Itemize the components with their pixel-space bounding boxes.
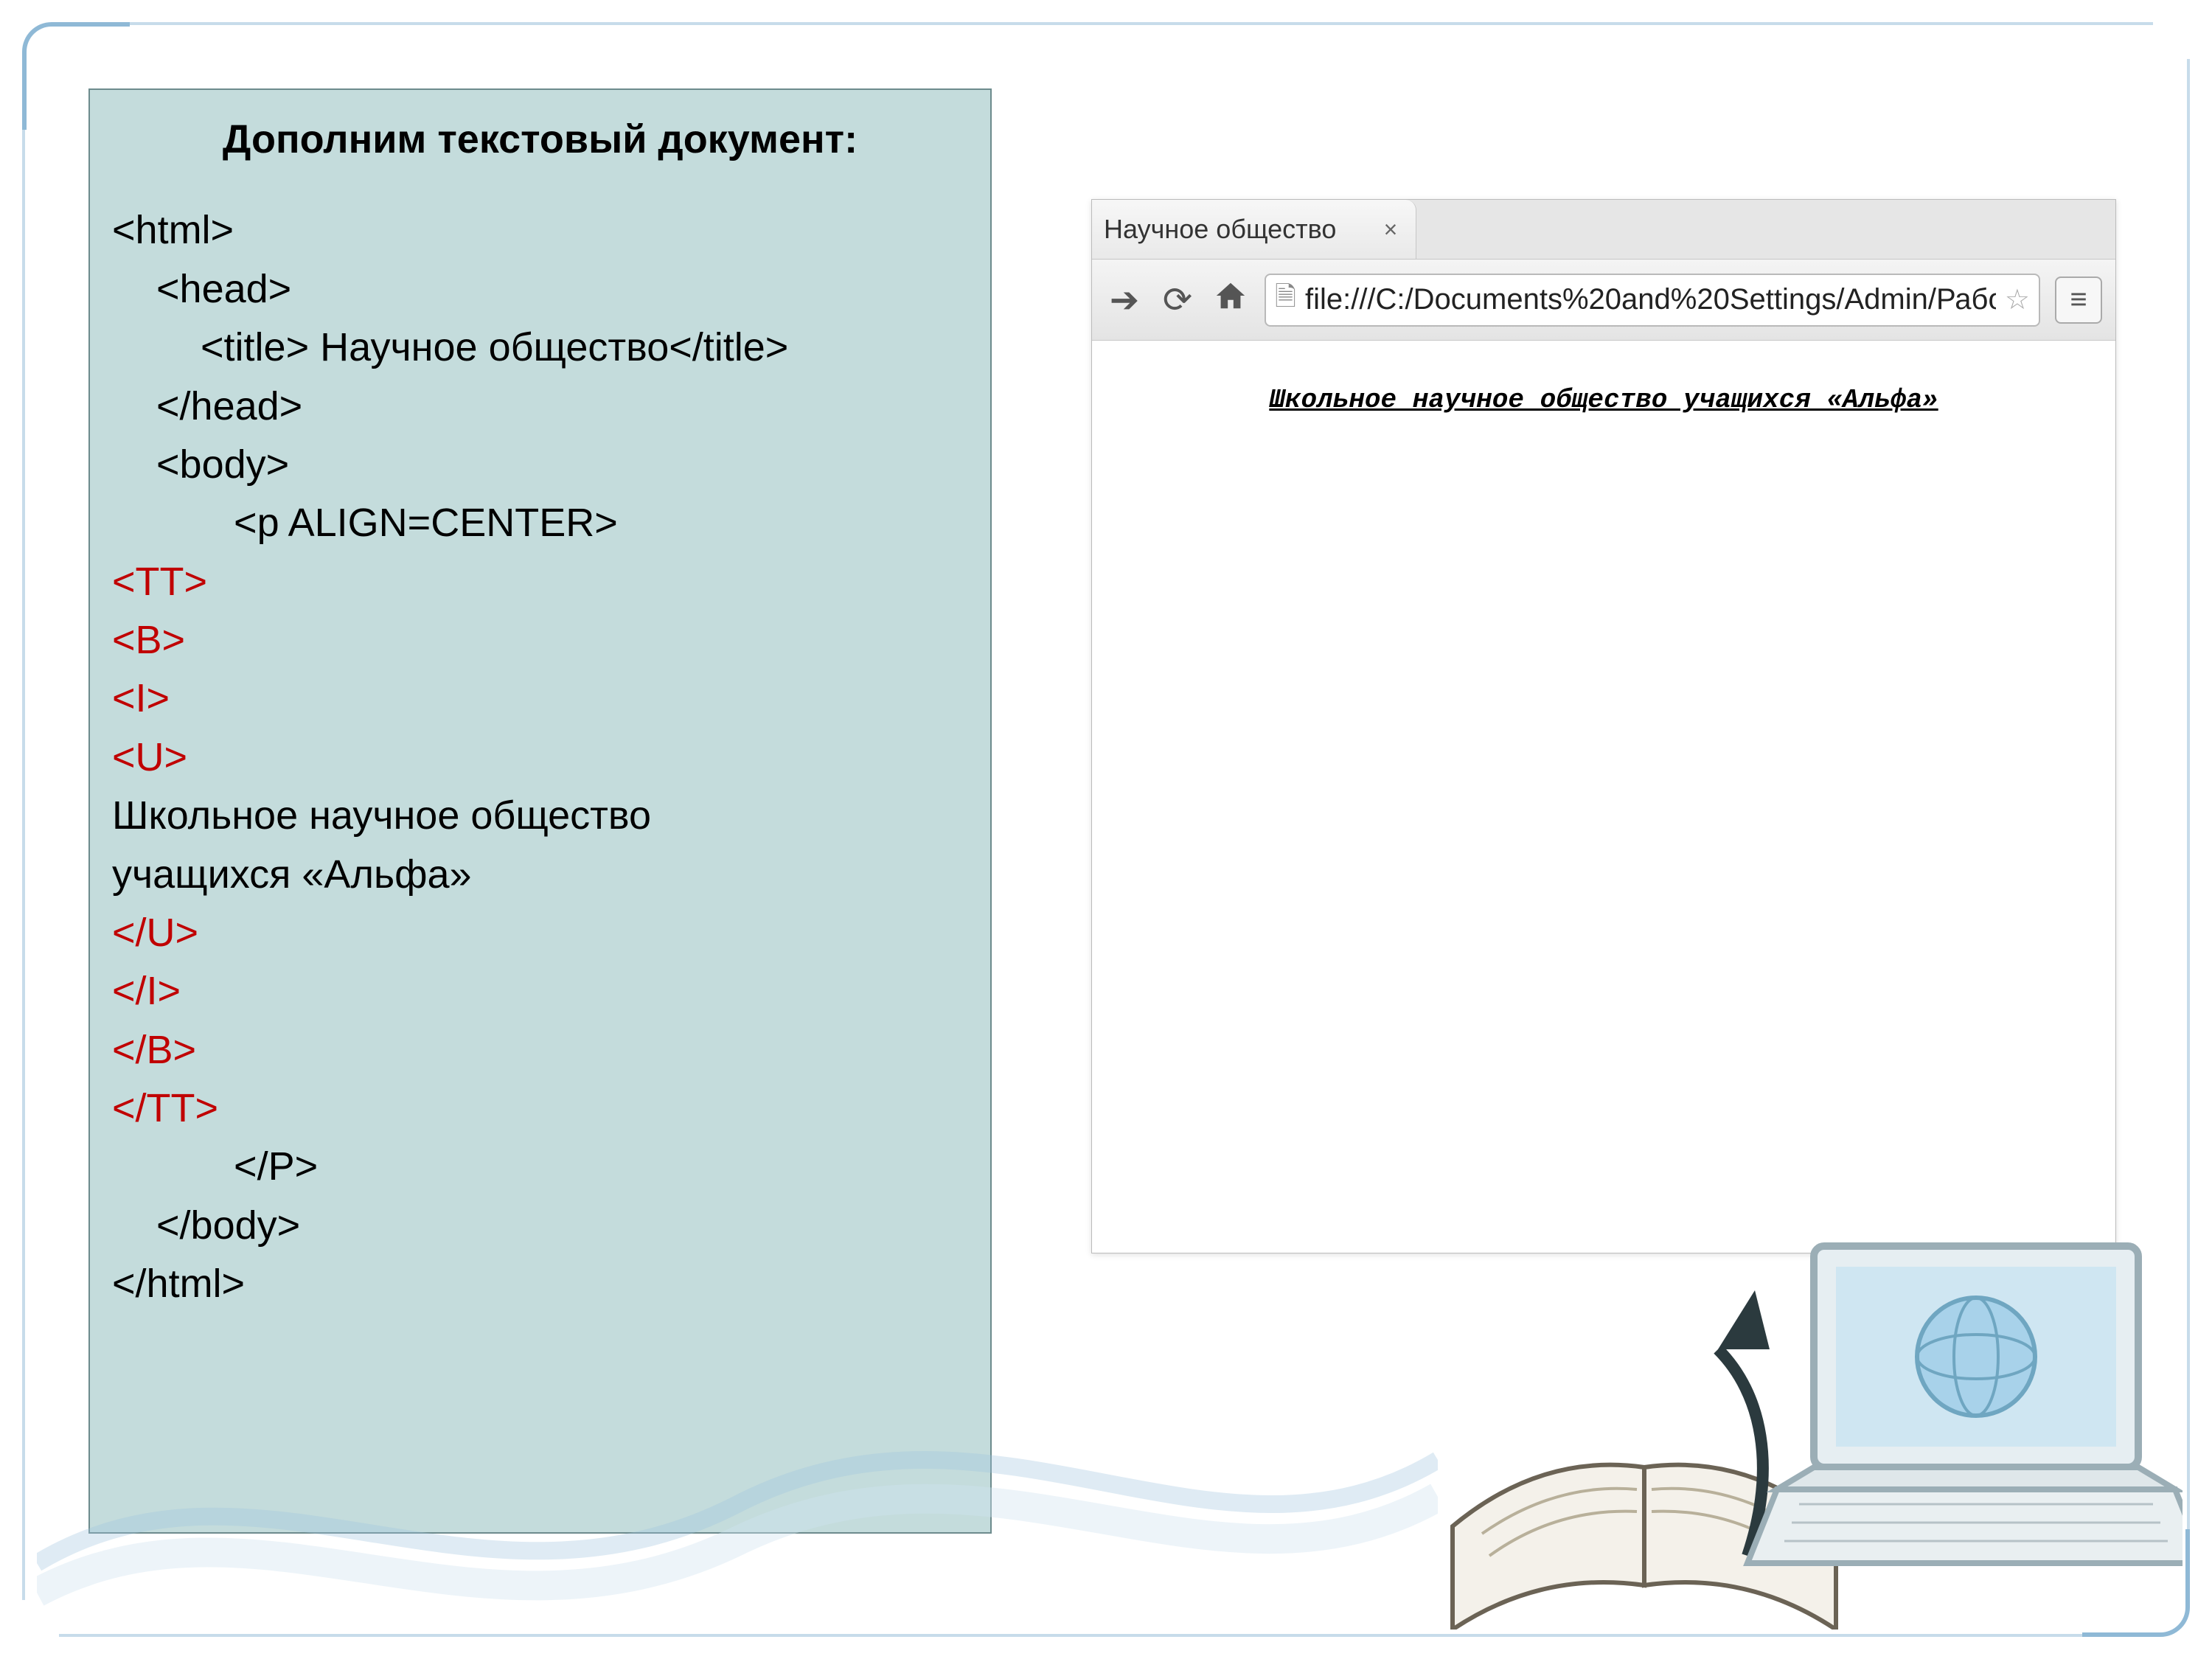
page-heading: Школьное научное общество учащихся «Альф… [1269, 385, 1938, 415]
bookmark-star-icon[interactable]: ☆ [2005, 283, 2030, 316]
code-line: <body> [112, 436, 968, 494]
code-line: <I> [112, 669, 968, 728]
frame-line [2187, 59, 2190, 1534]
code-line: учащихся «Альфа» [112, 846, 968, 904]
code-line: </I> [112, 962, 968, 1020]
reload-icon[interactable]: ⟳ [1158, 279, 1197, 321]
code-line: <head> [112, 260, 968, 319]
browser-tabbar: Научное общество × [1092, 200, 2115, 260]
tab-title: Научное общество [1104, 214, 1336, 245]
code-panel: Дополним текстовый документ: <html> <hea… [88, 88, 992, 1534]
code-line: <p ALIGN=CENTER> [112, 494, 968, 552]
browser-tab[interactable]: Научное общество × [1092, 200, 1416, 259]
code-line: </B> [112, 1021, 968, 1079]
browser-window: Научное общество × ➔ ⟳ 🗎 file:///C:/Docu… [1091, 199, 2116, 1253]
code-line: <title> Научное общество</title> [112, 319, 968, 377]
browser-toolbar: ➔ ⟳ 🗎 file:///C:/Documents%20and%20Setti… [1092, 260, 2115, 341]
code-line: <TT> [112, 553, 968, 611]
close-icon[interactable]: × [1377, 216, 1404, 243]
code-line: <B> [112, 611, 968, 669]
browser-content: Школьное научное общество учащихся «Альф… [1092, 341, 2115, 459]
code-line: </TT> [112, 1079, 968, 1138]
frame-line [22, 125, 25, 1600]
code-line: </P> [112, 1138, 968, 1196]
code-line: </head> [112, 378, 968, 436]
home-icon[interactable] [1211, 279, 1250, 321]
code-line: <U> [112, 728, 968, 787]
code-line: </U> [112, 904, 968, 962]
code-line: <html> [112, 201, 968, 260]
forward-icon[interactable]: ➔ [1105, 279, 1144, 321]
page-icon: 🗎 [1275, 277, 1296, 322]
code-line: Школьное научное общество [112, 787, 968, 845]
code-line: </body> [112, 1197, 968, 1255]
frame-line [125, 22, 2153, 25]
url-text: file:///C:/Documents%20and%20Settings/Ad… [1305, 283, 1996, 316]
code-panel-heading: Дополним текстовый документ: [112, 111, 968, 169]
address-bar[interactable]: 🗎 file:///C:/Documents%20and%20Settings/… [1265, 274, 2040, 327]
menu-button[interactable]: ≡ [2055, 276, 2102, 324]
code-line: </html> [112, 1255, 968, 1313]
frame-line [59, 1634, 2087, 1637]
